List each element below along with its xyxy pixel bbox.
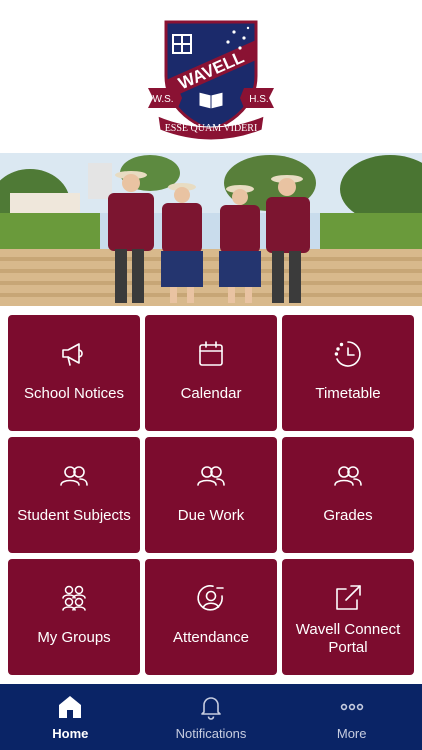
tile-student-subjects[interactable]: Student Subjects: [8, 437, 140, 553]
bell-icon: [198, 694, 224, 720]
menu-grid: School Notices Calendar Timetable Studen…: [8, 315, 414, 675]
tile-wavell-connect-portal[interactable]: Wavell Connect Portal: [282, 559, 414, 675]
users-icon: [59, 461, 89, 491]
calendar-icon: [196, 339, 226, 369]
tile-label: Grades: [323, 507, 373, 524]
tile-due-work[interactable]: Due Work: [145, 437, 277, 553]
tile-label: Due Work: [177, 507, 245, 524]
crest-motto: ESSE QUAM VIDERI: [165, 123, 258, 134]
tab-label: More: [336, 726, 367, 741]
group-icon: [59, 583, 89, 613]
hero-photo: [0, 153, 422, 306]
bottom-tab-bar: Home Notifications More: [0, 684, 422, 750]
tile-calendar[interactable]: Calendar: [145, 315, 277, 431]
tab-notifications[interactable]: Notifications: [141, 684, 282, 750]
home-icon: [57, 694, 83, 720]
tile-timetable[interactable]: Timetable: [282, 315, 414, 431]
megaphone-icon: [59, 339, 89, 369]
tile-label: Calendar: [180, 385, 242, 402]
tile-grades[interactable]: Grades: [282, 437, 414, 553]
crest-right-initials: H.S.: [249, 94, 268, 105]
tile-attendance[interactable]: Attendance: [145, 559, 277, 675]
external-link-icon: [333, 583, 363, 613]
tile-label: Attendance: [173, 629, 249, 646]
clock-icon: [333, 339, 363, 369]
tile-label: Wavell Connect Portal: [295, 621, 401, 656]
tab-home[interactable]: Home: [0, 684, 141, 750]
tile-my-groups[interactable]: My Groups: [8, 559, 140, 675]
tile-label: My Groups: [37, 629, 111, 646]
tile-label: School Notices: [23, 385, 125, 402]
users-icon: [333, 461, 363, 491]
tile-label: Timetable: [315, 385, 381, 402]
tile-label: Student Subjects: [17, 507, 131, 524]
tile-school-notices[interactable]: School Notices: [8, 315, 140, 431]
tab-label: Notifications: [175, 726, 247, 741]
tab-label: Home: [52, 726, 89, 741]
users-icon: [196, 461, 226, 491]
school-crest-logo: WAVELL W.S. H.S. ESSE QUAM VIDERI: [148, 18, 274, 141]
crest-left-initials: W.S.: [152, 94, 173, 105]
app-header: WAVELL W.S. H.S. ESSE QUAM VIDERI: [0, 0, 422, 153]
more-icon: [339, 694, 365, 720]
tab-more[interactable]: More: [281, 684, 422, 750]
user-circle-icon: [196, 583, 226, 613]
